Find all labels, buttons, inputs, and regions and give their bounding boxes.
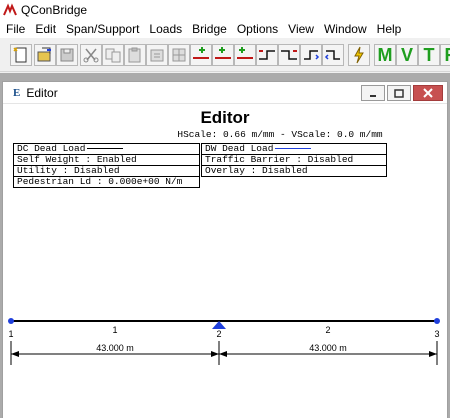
paste-special-button[interactable]	[146, 44, 168, 66]
moment-label: M	[377, 45, 393, 65]
paste-special-icon	[150, 49, 164, 62]
add-support-left-icon	[259, 50, 275, 60]
close-icon	[423, 88, 433, 98]
menu-options[interactable]: Options	[232, 20, 283, 38]
app-title: QConBridge	[21, 3, 88, 17]
analyze-button[interactable]	[348, 44, 370, 66]
menu-edit[interactable]: Edit	[30, 20, 61, 38]
rotation-button[interactable]: T	[418, 44, 440, 66]
add-support-right-button[interactable]	[278, 44, 300, 66]
menu-span-support[interactable]: Span/Support	[61, 20, 144, 38]
menu-file[interactable]: File	[0, 20, 30, 38]
support-right-arrow-button[interactable]	[322, 44, 344, 66]
lightning-icon	[354, 46, 364, 64]
menu-help[interactable]: Help	[372, 20, 407, 38]
span-2-arrow-left	[219, 351, 227, 357]
new-document-icon	[13, 47, 27, 63]
editor-window: E Editor Editor HScale: 0.66 m/mm - VSca…	[2, 81, 448, 418]
support-3-label: 3	[434, 329, 439, 339]
reaction-button[interactable]: R	[440, 44, 450, 66]
app-title-bar: QConBridge	[0, 0, 450, 20]
support-left-arrow-button[interactable]	[300, 44, 322, 66]
support-2-marker[interactable]	[212, 321, 226, 329]
moment-button[interactable]: M	[374, 44, 396, 66]
cut-button[interactable]	[80, 44, 102, 66]
restore-button[interactable]	[387, 85, 411, 101]
span-1-label: 1	[112, 325, 117, 335]
span-2-length: 43.000 m	[309, 343, 347, 353]
reaction-label: R	[445, 45, 450, 65]
paste-table-button[interactable]	[168, 44, 190, 66]
support-1-label: 1	[8, 329, 13, 339]
add-span-middle-icon	[215, 47, 231, 59]
minimize-icon	[370, 95, 376, 97]
bridge-model: 1 2 3 1 2 43.000 m 43.000 m	[8, 318, 440, 365]
support-2-label: 2	[216, 329, 221, 339]
close-button[interactable]	[413, 85, 443, 101]
support-1-marker[interactable]	[8, 318, 14, 324]
qconbridge-app-icon	[3, 3, 17, 16]
paste-button[interactable]	[124, 44, 146, 66]
editor-title-bar[interactable]: E Editor	[3, 82, 447, 104]
span-1-arrow-right	[211, 351, 219, 357]
save-button[interactable]	[56, 44, 78, 66]
add-span-left-button[interactable]	[190, 44, 212, 66]
add-span-middle-button[interactable]	[212, 44, 234, 66]
span-1-arrow-left	[11, 351, 19, 357]
add-support-right-icon	[281, 50, 297, 60]
add-span-right-button[interactable]	[234, 44, 256, 66]
new-button[interactable]	[10, 44, 32, 66]
add-span-right-icon	[237, 47, 253, 59]
minimize-button[interactable]	[361, 85, 385, 101]
add-support-left-button[interactable]	[256, 44, 278, 66]
add-span-left-icon	[193, 47, 209, 59]
support-left-arrow-icon	[304, 50, 320, 60]
support-3-marker[interactable]	[434, 318, 440, 324]
menu-window[interactable]: Window	[319, 20, 372, 38]
shear-label: V	[400, 45, 413, 65]
menu-loads[interactable]: Loads	[144, 20, 187, 38]
editor-window-title: Editor	[26, 85, 58, 100]
rotation-label: T	[423, 45, 435, 65]
save-icon	[60, 48, 74, 62]
open-folder-icon	[37, 47, 51, 62]
open-button[interactable]	[34, 44, 56, 66]
shear-button[interactable]: V	[396, 44, 418, 66]
copy-button[interactable]	[102, 44, 124, 66]
paste-icon	[128, 47, 141, 63]
paste-table-icon	[172, 48, 186, 62]
copy-icon	[105, 48, 121, 63]
window-controls	[361, 85, 443, 101]
span-2-label: 2	[325, 325, 330, 335]
restore-icon	[394, 89, 404, 98]
cut-icon	[83, 48, 99, 63]
editor-window-icon: E	[13, 86, 21, 99]
editor-canvas[interactable]: Editor HScale: 0.66 m/mm - VScale: 0.0 m…	[3, 105, 447, 418]
span-2-arrow-right	[429, 351, 437, 357]
menu-bar: File Edit Span/Support Loads Bridge Opti…	[0, 20, 450, 38]
support-right-arrow-icon	[324, 50, 340, 60]
span-1-length: 43.000 m	[96, 343, 134, 353]
menu-bridge[interactable]: Bridge	[187, 20, 232, 38]
toolbar: M V T R	[0, 40, 450, 72]
menu-view[interactable]: View	[283, 20, 319, 38]
